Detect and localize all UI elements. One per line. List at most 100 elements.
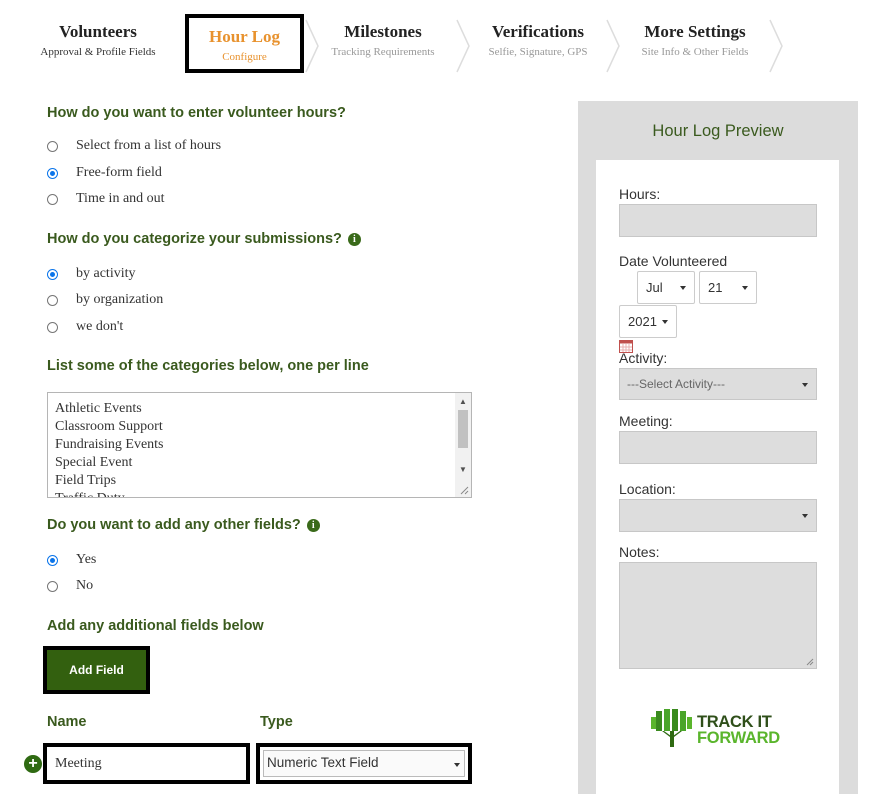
step-subtitle: Configure — [222, 51, 267, 63]
chevron-separator-icon — [768, 18, 786, 74]
location-select[interactable] — [619, 499, 817, 532]
info-icon[interactable]: i — [347, 232, 361, 246]
entry-option-list[interactable]: Select from a list of hours — [47, 138, 221, 154]
entry-method-question: How do you want to enter volunteer hours… — [47, 105, 346, 121]
step-more-settings[interactable]: More Settings Site Info & Other Fields — [630, 22, 760, 59]
step-subtitle: Approval & Profile Fields — [40, 46, 156, 58]
tree-logo-icon — [651, 709, 692, 747]
category-line: Classroom Support — [55, 419, 163, 434]
scrollbar-thumb[interactable] — [458, 410, 468, 448]
add-field-button[interactable]: Add Field — [43, 646, 150, 694]
track-it-forward-logo: TRACK IT FORWARD — [650, 709, 790, 751]
radio-button[interactable] — [47, 321, 58, 333]
preview-title: Hour Log Preview — [652, 122, 784, 140]
categorize-option-none[interactable]: we don't — [47, 319, 123, 335]
resize-grip-icon[interactable] — [805, 657, 814, 666]
category-line: Athletic Events — [55, 401, 142, 416]
resize-grip-icon[interactable] — [459, 485, 469, 495]
hours-label: Hours: — [619, 186, 661, 202]
info-icon[interactable]: i — [306, 518, 320, 532]
radio-button[interactable] — [47, 167, 58, 179]
option-label: we don't — [76, 319, 124, 334]
option-label: No — [76, 578, 94, 593]
chevron-separator-icon — [605, 18, 623, 74]
location-label: Location: — [619, 481, 676, 497]
step-hour-log[interactable]: Hour Log Configure — [185, 14, 304, 73]
plus-circle-icon[interactable]: + — [24, 755, 42, 773]
month-select[interactable]: Jul — [637, 271, 695, 304]
preview-card: Hours: Date Volunteered Jul 21 2021 Acti… — [596, 160, 839, 794]
notes-label: Notes: — [619, 544, 660, 560]
option-label: by activity — [76, 266, 136, 281]
logo-text-line1: TRACK IT — [697, 713, 772, 731]
radio-button[interactable] — [47, 193, 58, 205]
year-select[interactable]: 2021 — [619, 305, 677, 338]
step-title: Milestones — [344, 22, 422, 41]
step-subtitle: Selfie, Signature, GPS — [488, 46, 588, 58]
field-name-value: Meeting — [55, 756, 102, 771]
categorize-option-organization[interactable]: by organization — [47, 292, 163, 308]
step-title: Verifications — [492, 22, 584, 41]
categories-question: List some of the categories below, one p… — [47, 358, 369, 374]
field-type-select[interactable]: Numeric Text Field — [256, 743, 472, 784]
scrollbar[interactable]: ▲ ▼ — [455, 393, 471, 497]
activity-label: Activity: — [619, 350, 668, 366]
activity-placeholder: ---Select Activity--- — [627, 377, 726, 391]
radio-button[interactable] — [47, 140, 58, 152]
category-line: Traffic Duty — [48, 490, 471, 497]
type-column-header: Type — [260, 714, 293, 730]
additional-fields-heading: Add any additional fields below — [47, 618, 264, 634]
radio-button[interactable] — [47, 580, 58, 592]
month-value: Jul — [646, 280, 663, 295]
logo-text-line2: FORWARD — [697, 729, 780, 747]
step-subtitle: Site Info & Other Fields — [641, 46, 749, 58]
radio-button[interactable] — [47, 294, 58, 306]
categories-textarea[interactable]: Athletic Events Classroom Support Fundra… — [47, 392, 472, 498]
other-fields-question: Do you want to add any other fields? i — [47, 517, 320, 533]
name-column-header: Name — [47, 714, 87, 730]
other-fields-option-no[interactable]: No — [47, 578, 93, 594]
day-select[interactable]: 21 — [699, 271, 757, 304]
category-line: Field Trips — [55, 473, 117, 488]
chevron-down-icon — [680, 286, 686, 290]
field-type-value: Numeric Text Field — [267, 755, 379, 770]
step-verifications[interactable]: Verifications Selfie, Signature, GPS — [479, 22, 597, 59]
entry-option-freeform[interactable]: Free-form field — [47, 165, 162, 181]
chevron-down-icon — [454, 763, 460, 767]
categorize-question: How do you categorize your submissions? … — [47, 231, 361, 247]
year-value: 2021 — [628, 314, 657, 329]
step-volunteers[interactable]: Volunteers Approval & Profile Fields — [36, 22, 160, 59]
day-value: 21 — [708, 280, 723, 295]
notes-textarea[interactable] — [619, 562, 817, 669]
radio-button[interactable] — [47, 268, 58, 280]
chevron-separator-icon — [304, 18, 322, 74]
chevron-separator-icon — [455, 18, 473, 74]
chevron-down-icon — [802, 383, 808, 387]
hours-input[interactable] — [619, 204, 817, 237]
field-name-input[interactable]: Meeting — [43, 743, 250, 784]
step-title: More Settings — [644, 22, 746, 41]
question-text: Do you want to add any other fields? — [47, 517, 301, 533]
activity-select[interactable]: ---Select Activity--- — [619, 368, 817, 400]
date-label: Date Volunteered — [619, 253, 728, 269]
scroll-up-icon[interactable]: ▲ — [455, 395, 471, 409]
question-text: How do you categorize your submissions? — [47, 231, 342, 247]
option-label: by organization — [76, 292, 164, 307]
categorize-option-activity[interactable]: by activity — [47, 266, 136, 282]
radio-button[interactable] — [47, 554, 58, 566]
meeting-input[interactable] — [619, 431, 817, 464]
scroll-down-icon[interactable]: ▼ — [455, 463, 471, 477]
hour-log-preview-panel: Hour Log Preview Hours: Date Volunteered… — [578, 101, 858, 794]
step-milestones[interactable]: Milestones Tracking Requirements — [324, 22, 442, 59]
step-wizard: Volunteers Approval & Profile Fields Hou… — [0, 0, 876, 92]
option-label: Yes — [76, 552, 97, 567]
option-label: Free-form field — [76, 165, 162, 180]
chevron-down-icon — [802, 514, 808, 518]
other-fields-option-yes[interactable]: Yes — [47, 552, 96, 568]
option-label: Select from a list of hours — [76, 138, 222, 153]
step-subtitle: Tracking Requirements — [331, 46, 435, 58]
step-title: Hour Log — [208, 27, 280, 46]
entry-option-time-in-out[interactable]: Time in and out — [47, 191, 165, 207]
category-line: Special Event — [55, 455, 133, 470]
chevron-down-icon — [662, 320, 668, 324]
